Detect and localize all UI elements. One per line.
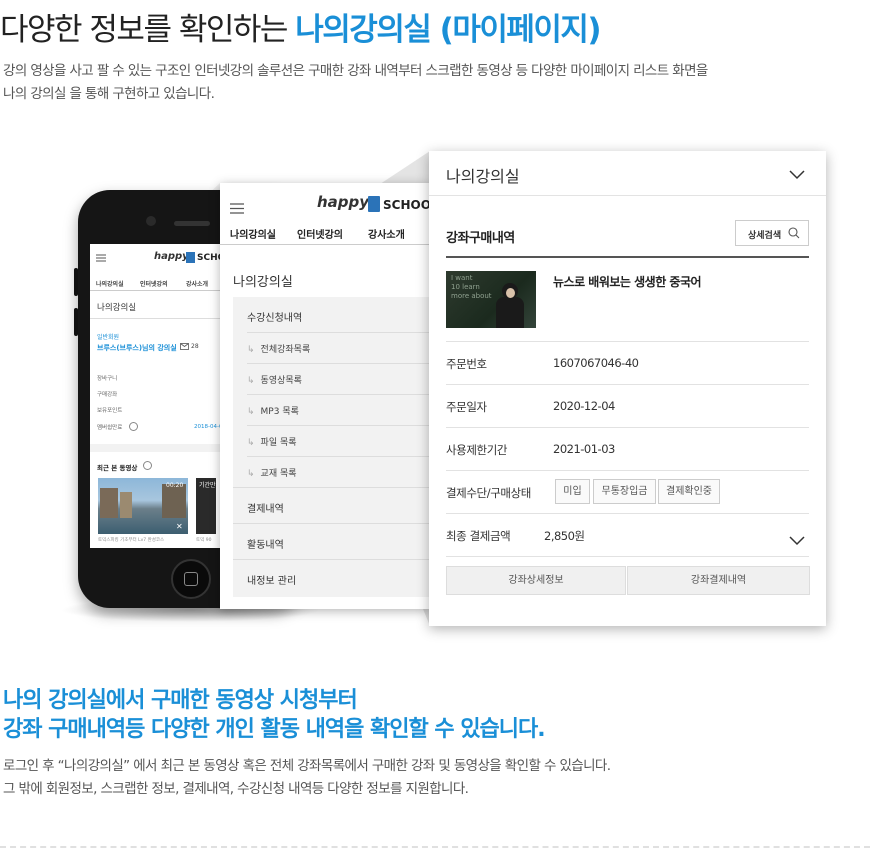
detail-search-button[interactable]: 상세검색 xyxy=(735,220,809,246)
total-amount-value: 2,850원 xyxy=(544,529,585,543)
phone-page-title: 나의강의실 xyxy=(97,303,137,313)
course-thumbnail[interactable]: I want 10 learn more about xyxy=(446,271,536,328)
sub-all-courses[interactable]: ↳ 전체강좌목록 xyxy=(247,342,310,355)
recent-videos-title: 최근 본 동영상 xyxy=(97,464,138,472)
sub-mp3-list[interactable]: ↳ MP3 목록 xyxy=(247,404,299,417)
mobile-menu-panel: happy SCHOO 나의강의실 인터넷강의 강사소개 나의강의실 수강신청내… xyxy=(220,183,430,609)
feature-headline: 나의 강의실에서 구매한 동영상 시청부터 강좌 구매내역등 다양한 개인 활동… xyxy=(3,686,546,744)
phone-menu-online[interactable]: 인터넷강의 xyxy=(140,279,168,288)
section-title: 강좌구매내역 xyxy=(446,231,515,246)
course-detail-button[interactable]: 강좌상세정보 xyxy=(446,566,626,595)
classroom-menu-list: 수강신청내역 ↳ 전체강좌목록 ↳ 동영상목록 ↳ MP3 목록 ↳ 파일 목록 ↳ 교재… xyxy=(233,297,430,597)
phone-logo[interactable]: happy xyxy=(154,251,189,262)
panel-header-title: 나의강의실 xyxy=(446,167,520,186)
volume-up-button xyxy=(74,268,78,296)
usage-period-value: 2021-01-03 xyxy=(553,442,615,456)
remove-video-icon[interactable]: ✕ xyxy=(176,522,183,531)
hamburger-icon[interactable] xyxy=(230,199,244,218)
membership-date: 2018-04-0 xyxy=(194,424,223,430)
feature-headline-1: 나의 강의실에서 구매한 동영상 시청부터 xyxy=(3,688,358,713)
thumb-text: I want 10 learn more about xyxy=(451,274,492,300)
chevron-down-icon[interactable] xyxy=(789,531,805,550)
recent-info-icon xyxy=(143,461,152,470)
link-membership[interactable]: 멤버쉽만료 xyxy=(97,423,122,431)
sub-file-list[interactable]: ↳ 파일 목록 xyxy=(247,435,297,448)
link-points[interactable]: 보유포인트 xyxy=(97,406,122,414)
hamburger-icon[interactable] xyxy=(96,254,106,264)
home-button[interactable] xyxy=(171,559,211,599)
recent-video-thumb[interactable]: 00:20 ✕ xyxy=(98,478,188,534)
recent-video-thumb-2[interactable]: 기간만 xyxy=(196,478,216,534)
order-number-label: 주문번호 xyxy=(446,357,487,371)
panel-title: 나의강의실 xyxy=(233,275,293,290)
sub-textbook-list[interactable]: ↳ 교재 목록 xyxy=(247,466,297,479)
camera-icon xyxy=(146,216,156,226)
section-divider xyxy=(446,256,809,258)
speaker-grill xyxy=(174,221,210,226)
detail-search-label: 상세검색 xyxy=(748,231,782,241)
menu-my-classroom[interactable]: 나의강의실 xyxy=(230,226,276,241)
search-icon xyxy=(788,227,800,239)
purchase-detail-panel: 나의강의실 강좌구매내역 상세검색 I want 10 learn more a… xyxy=(429,151,826,626)
feature-description: 로그인 후 “나의강의실” 에서 최근 본 동영상 혹은 전체 강좌목록에서 구… xyxy=(3,755,611,801)
status-badge-unpaid: 미입 xyxy=(555,479,590,504)
link-purchased[interactable]: 구매강좌 xyxy=(97,390,117,398)
status-badge-confirming: 결제확인중 xyxy=(658,479,720,504)
school-book-icon xyxy=(368,196,380,212)
feature-headline-2: 강좌 구매내역등 다양한 개인 활동 내역을 확인할 수 있습니다. xyxy=(3,717,546,742)
panel-logo[interactable]: happy xyxy=(317,193,369,211)
video-tag: 기간만 xyxy=(199,482,216,489)
section-divider-dashed xyxy=(0,846,870,848)
usage-period-label: 사용제한기간 xyxy=(446,443,508,457)
chevron-down-icon[interactable] xyxy=(789,165,805,184)
course-title[interactable]: 뉴스로 배워보는 생생한 중국어 xyxy=(553,273,702,290)
info-icon xyxy=(129,422,138,431)
menu-enrollment[interactable]: 수강신청내역 xyxy=(247,309,302,324)
menu-online-lecture[interactable]: 인터넷강의 xyxy=(297,226,343,241)
menu-my-info[interactable]: 내정보 관리 xyxy=(247,572,296,587)
link-cart[interactable]: 장바구니 xyxy=(97,374,117,382)
course-payment-button[interactable]: 강좌결제내역 xyxy=(627,566,810,595)
panel-top-menu: 나의강의실 인터넷강의 강사소개 xyxy=(220,218,430,245)
total-amount-label: 최종 결제금액 xyxy=(446,529,511,543)
member-type: 일반회원 xyxy=(97,334,120,341)
order-date-label: 주문일자 xyxy=(446,400,487,414)
video-caption-2: 토익 90 xyxy=(196,538,212,543)
school-book-icon xyxy=(186,252,195,263)
phone-menu-teacher[interactable]: 강사소개 xyxy=(186,279,208,288)
menu-payment-history[interactable]: 결제내역 xyxy=(247,500,284,515)
video-duration: 00:20 xyxy=(166,482,184,489)
feature-desc-1: 로그인 후 “나의강의실” 에서 최근 본 동영상 혹은 전체 강좌목록에서 구… xyxy=(3,758,611,774)
panel-logo-school: SCHOO xyxy=(383,198,430,212)
message-count: 28 xyxy=(191,343,199,350)
menu-teacher-intro[interactable]: 강사소개 xyxy=(368,226,405,241)
order-date-value: 2020-12-04 xyxy=(553,399,615,413)
payment-status-label: 결제수단/구매상태 xyxy=(446,486,531,500)
member-name: 브루스(브루스)님의 강의실 xyxy=(97,344,177,352)
volume-down-button xyxy=(74,308,78,336)
panel-header[interactable]: 나의강의실 xyxy=(429,151,826,196)
menu-activity-history[interactable]: 활동내역 xyxy=(247,536,284,551)
mail-icon[interactable] xyxy=(180,343,189,352)
status-badge-bank: 무통장입금 xyxy=(593,479,656,504)
sub-video-list[interactable]: ↳ 동영상목록 xyxy=(247,373,302,386)
feature-desc-2: 그 밖에 회원정보, 스크랩한 정보, 결제내역, 수강신청 내역등 다양한 정… xyxy=(3,781,469,797)
order-number-value: 1607067046-40 xyxy=(553,356,639,370)
video-caption: 토익스피킹 기초부터 Lv7 완성코스 xyxy=(98,538,165,543)
phone-menu-my[interactable]: 나의강의실 xyxy=(96,279,124,288)
